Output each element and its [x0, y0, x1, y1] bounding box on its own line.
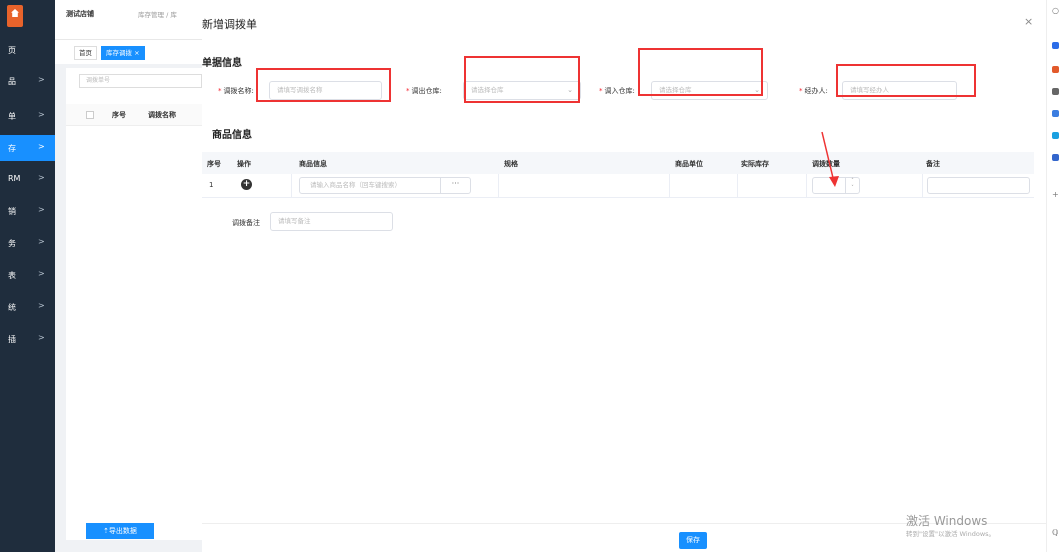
chevron-right-icon: > — [38, 110, 45, 119]
extension-icon[interactable] — [1052, 110, 1059, 117]
annotation-box — [256, 68, 391, 102]
sidebar-item-label: 表 — [8, 271, 16, 280]
sidebar-item-label: 插 — [8, 335, 16, 344]
table-header: 序号 操作 商品信息 规格 商品单位 实际库存 调拨数量 备注 — [202, 152, 1034, 174]
extension-icon[interactable] — [1052, 66, 1059, 73]
tab-inventory-transfer[interactable]: 库存调拨 × — [101, 46, 145, 60]
transfer-no-search-input[interactable]: 调拨单号 — [79, 74, 202, 88]
transfer-name-label: * 调拨名称: — [218, 87, 254, 95]
list-table-header: 序号 调拨名称 — [66, 104, 202, 126]
sidebar-item-home[interactable]: 页 — [0, 37, 55, 63]
select-all-checkbox[interactable] — [86, 111, 94, 119]
search-icon[interactable]: ○ — [1052, 6, 1059, 15]
row-index: 1 — [209, 181, 214, 189]
chevron-right-icon: > — [38, 301, 45, 310]
annotation-box — [464, 56, 580, 103]
chevron-right-icon: > — [38, 237, 45, 246]
sidebar: 页 品 > 单 > 存 > RM > 销 > 务 > 表 > 统 > 插 > — [0, 0, 55, 552]
settings-icon[interactable]: ℚ — [1052, 528, 1058, 537]
chevron-right-icon: > — [38, 269, 45, 278]
sidebar-item-reports[interactable]: 表 > — [0, 262, 55, 288]
sidebar-item-label: 页 — [8, 46, 16, 55]
cell-divider — [922, 174, 923, 198]
add-icon[interactable]: + — [1052, 190, 1059, 199]
chevron-right-icon: > — [38, 142, 45, 151]
handler-label: * 经办人: — [799, 87, 828, 95]
stepper-arrows-icon[interactable]: ˄ ˅ — [845, 178, 859, 193]
top-header: 测试店铺 库存管理 / 库 — [55, 0, 202, 40]
column-header: 序号 — [112, 111, 126, 119]
page-tabs: 首页 库存调拨 × — [55, 40, 202, 64]
annotation-arrow — [821, 131, 839, 187]
cell-divider — [806, 174, 807, 198]
chevron-right-icon: > — [38, 173, 45, 182]
table-row: 1 + 请输入商品名称（回车键搜索） ··· ˄ ˅ — [202, 174, 1034, 198]
background-page: 测试店铺 库存管理 / 库 首页 库存调拨 × 调拨单号 序号 调拨名称 ⇡导出… — [55, 0, 202, 552]
more-icon[interactable]: ··· — [440, 178, 470, 193]
sidebar-item-orders[interactable]: 单 > — [0, 103, 55, 129]
column-header: 实际库存 — [741, 160, 769, 168]
sidebar-item-label: 品 — [8, 77, 16, 86]
chevron-right-icon: > — [38, 205, 45, 214]
cell-divider — [291, 174, 292, 198]
cell-divider — [669, 174, 670, 198]
in-warehouse-label: * 调入仓库: — [599, 87, 635, 95]
sidebar-item-goods[interactable]: 品 > — [0, 68, 55, 94]
breadcrumb: 库存管理 / 库 — [138, 11, 177, 19]
sidebar-item-finance[interactable]: 务 > — [0, 230, 55, 256]
extension-icon[interactable] — [1052, 154, 1059, 161]
column-header: 商品单位 — [675, 160, 703, 168]
store-name: 测试店铺 — [66, 10, 94, 18]
sidebar-item-label: 存 — [8, 144, 16, 153]
extension-icon[interactable] — [1052, 42, 1059, 49]
chevron-right-icon: > — [38, 333, 45, 342]
sidebar-item-label: RM — [8, 174, 21, 183]
sidebar-item-label: 统 — [8, 303, 16, 312]
annotation-box — [836, 64, 976, 97]
sidebar-item-label: 销 — [8, 207, 16, 216]
annotation-box — [638, 48, 763, 96]
cell-divider — [737, 174, 738, 198]
export-data-button[interactable]: ⇡导出数据 — [86, 523, 154, 539]
cell-divider — [498, 174, 499, 198]
home-logo-icon[interactable] — [7, 5, 23, 27]
browser-side-panel: ○ + ℚ — [1046, 0, 1063, 552]
product-search-input[interactable]: 请输入商品名称（回车键搜索） ··· — [299, 177, 471, 194]
sidebar-item-label: 务 — [8, 239, 16, 248]
transfer-list-card: 调拨单号 序号 调拨名称 ⇡导出数据 — [66, 68, 202, 540]
extension-icon[interactable] — [1052, 132, 1059, 139]
windows-activation-watermark: 激活 Windows — [906, 514, 988, 528]
sidebar-item-label: 单 — [8, 112, 16, 121]
add-row-icon[interactable]: + — [241, 179, 252, 190]
extension-icon[interactable] — [1052, 88, 1059, 95]
column-header: 调拨名称 — [148, 111, 176, 119]
save-button[interactable]: 保存 — [679, 532, 707, 549]
column-header: 商品信息 — [299, 160, 327, 168]
remark-label: 调拨备注 — [232, 219, 260, 227]
sidebar-item-sales[interactable]: 销 > — [0, 198, 55, 224]
remark-input[interactable]: 请填写备注 — [270, 212, 393, 231]
column-header: 规格 — [504, 160, 518, 168]
out-warehouse-label: * 调出仓库: — [406, 87, 442, 95]
column-header: 操作 — [237, 160, 251, 168]
sidebar-item-stats[interactable]: 统 > — [0, 294, 55, 320]
tab-home[interactable]: 首页 — [74, 46, 97, 60]
section-title-goods-info: 商品信息 — [212, 130, 252, 141]
column-header: 备注 — [926, 160, 940, 168]
dialog-title: 新增调拨单 — [202, 18, 257, 31]
column-header: 序号 — [207, 160, 221, 168]
new-transfer-dialog: 新增调拨单 × 单据信息 * 调拨名称: 请填写调拨名称 * 调出仓库: 请选择仓库… — [202, 9, 1046, 552]
row-remark-input[interactable] — [927, 177, 1030, 194]
sidebar-item-crm[interactable]: RM > — [0, 166, 55, 192]
windows-activation-hint: 转到"设置"以激活 Windows。 — [906, 530, 996, 538]
section-title-order-info: 单据信息 — [202, 58, 242, 69]
sidebar-item-inventory[interactable]: 存 > — [0, 135, 55, 161]
sidebar-item-plugins[interactable]: 插 > — [0, 326, 55, 352]
close-icon[interactable]: × — [1024, 15, 1033, 28]
chevron-right-icon: > — [38, 75, 45, 84]
